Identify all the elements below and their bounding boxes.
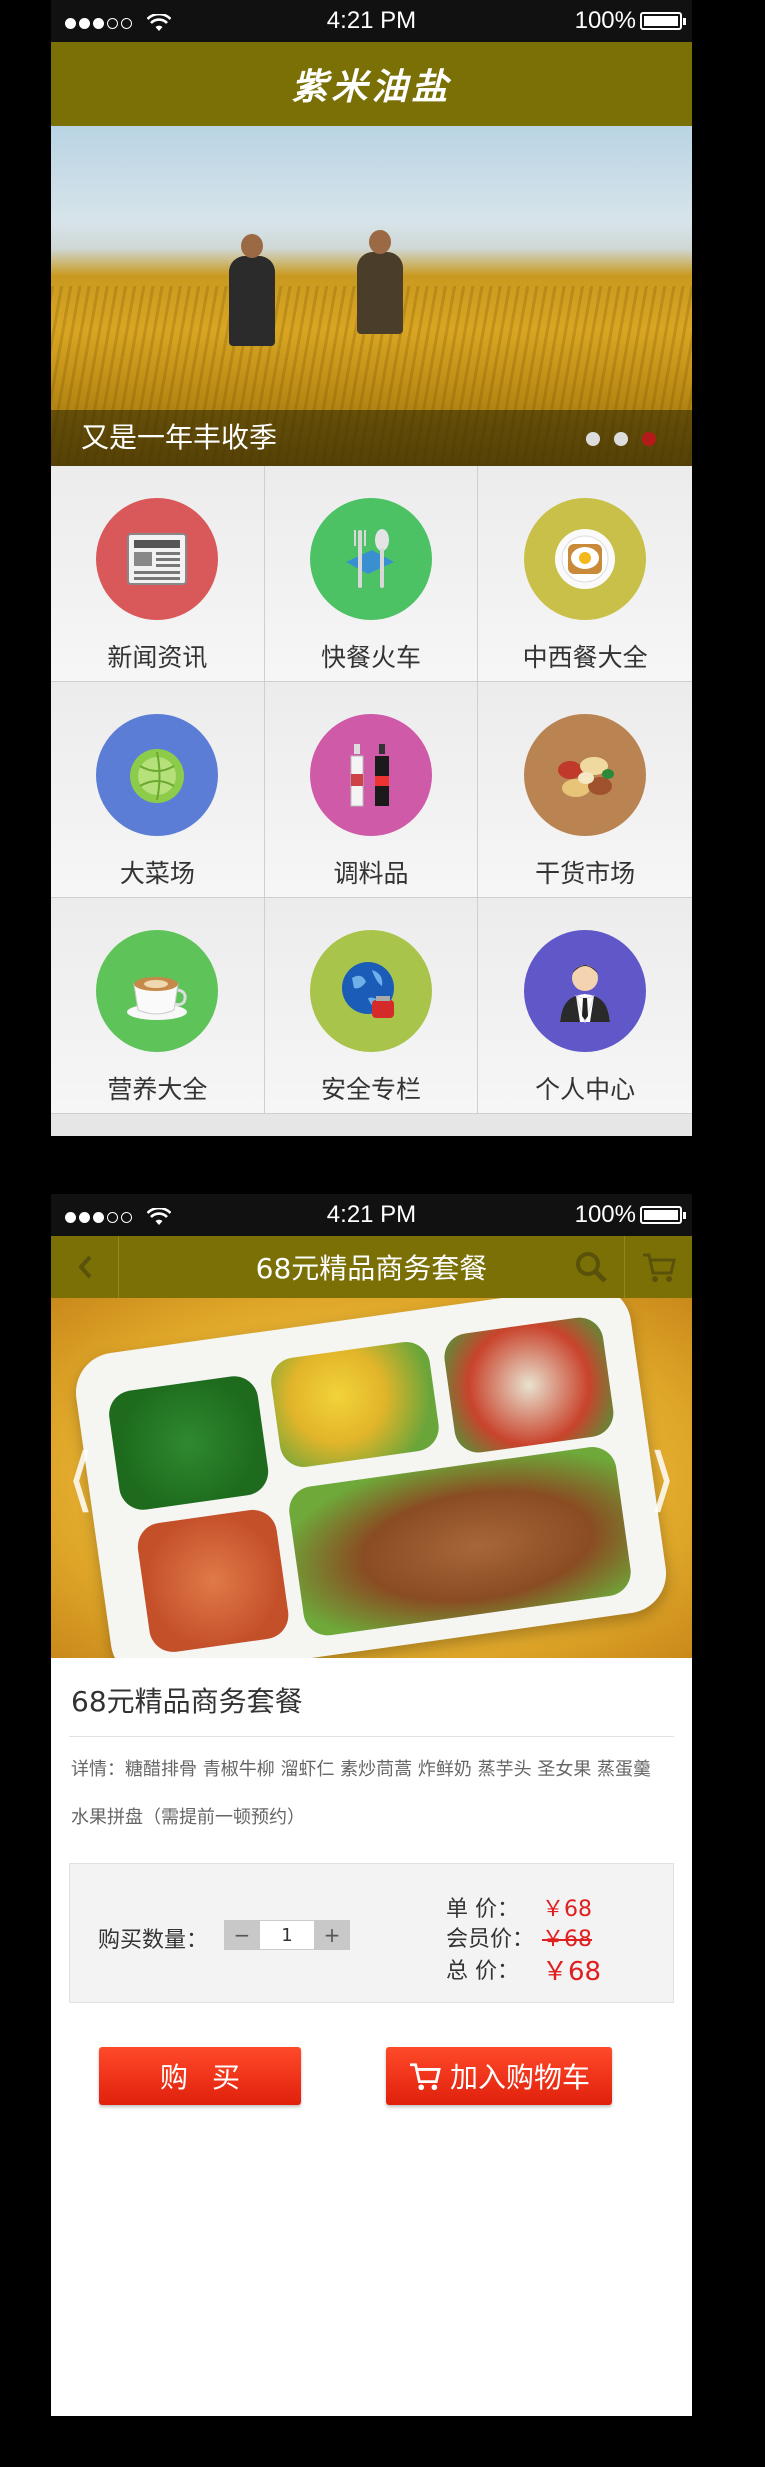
category-label: 安全专栏 <box>320 1075 421 1104</box>
details-text: 糖醋排骨 青椒牛柳 溜虾仁 素炒茼蒿 炸鲜奶 蒸芋头 圣女果 蒸蛋羹 <box>125 1759 652 1780</box>
back-button[interactable] <box>51 1236 119 1298</box>
details-label: 详情： <box>71 1759 125 1780</box>
product-details: 详情： 糖醋排骨 青椒牛柳 溜虾仁 素炒茼蒿 炸鲜奶 蒸芋头 圣女果 蒸蛋羹 <box>51 1737 692 1785</box>
category-dry-goods[interactable]: 干货市场 <box>478 682 692 898</box>
shopping-cart-icon <box>409 2063 441 2091</box>
category-label: 干货市场 <box>535 859 636 888</box>
shopping-cart-icon <box>642 1253 676 1282</box>
quantity-stepper: − 1 + <box>224 1920 350 1950</box>
category-news[interactable]: 新闻资讯 <box>51 466 265 682</box>
bottles-icon <box>309 714 432 836</box>
quantity-label: 购买数量： <box>98 1928 209 1953</box>
meal-tray-photo <box>70 1298 672 1658</box>
newspaper-icon <box>96 498 219 620</box>
banner-photo-figure <box>357 252 403 334</box>
category-safety[interactable]: 安全专栏 <box>264 898 479 1114</box>
nav-bar: 68元精品商务套餐 <box>51 1236 692 1298</box>
fried-egg-icon <box>524 498 647 620</box>
category-label: 个人中心 <box>535 1075 636 1104</box>
member-price-label: 会员价： <box>446 1927 535 1952</box>
cabbage-icon <box>96 714 219 836</box>
purchase-panel: 购买数量： − 1 + 单 价： ￥68 会员价： ￥68 总 价： ￥68 <box>69 1863 674 2003</box>
image-next-arrow[interactable]: ⟩ <box>649 1438 676 1520</box>
category-nutrition[interactable]: 营养大全 <box>51 898 265 1114</box>
category-vegetables[interactable]: 大菜场 <box>51 682 265 898</box>
add-to-cart-label: 加入购物车 <box>449 2061 590 2094</box>
carousel-dot[interactable] <box>614 432 628 446</box>
category-label: 调料品 <box>333 859 409 888</box>
category-label: 中西餐大全 <box>522 643 648 672</box>
banner-photo-figure <box>229 256 275 346</box>
status-bar: 4:21 PM 100% <box>51 0 692 42</box>
action-bar: 购买 加入购物车 <box>51 2003 692 2143</box>
globe-icon <box>309 930 432 1052</box>
search-icon[interactable] <box>574 1250 608 1284</box>
quantity-input[interactable]: 1 <box>260 1920 314 1950</box>
banner-carousel[interactable]: 又是一年丰收季 <box>51 126 692 466</box>
carousel-dot-active[interactable] <box>642 432 656 446</box>
status-bar: 4:21 PM 100% <box>51 1194 692 1236</box>
member-price: ￥68 <box>542 1927 592 1952</box>
details-text-continued: 水果拼盘（需提前一顿预约） <box>71 1807 305 1828</box>
battery-icon <box>640 1206 686 1224</box>
cart-button[interactable] <box>624 1236 692 1298</box>
app-header: 紫米油盐 <box>51 42 692 126</box>
category-grid: 新闻资讯 快餐火车 中西餐大全 大菜场 调料品 干货市场 营养大全 安全专栏 个… <box>51 466 692 1114</box>
category-label: 营养大全 <box>107 1075 208 1104</box>
category-fast-food[interactable]: 快餐火车 <box>264 466 479 682</box>
carousel-dot[interactable] <box>586 432 600 446</box>
price-info: 单 价： ￥68 会员价： ￥68 总 价： ￥68 <box>446 1892 602 1987</box>
unit-price: ￥68 <box>542 1897 592 1922</box>
category-cuisine[interactable]: 中西餐大全 <box>478 466 692 682</box>
total-price: ￥68 <box>542 1956 602 1987</box>
product-name: 68元精品商务套餐 <box>71 1685 303 1718</box>
category-personal-center[interactable]: 个人中心 <box>478 898 692 1114</box>
quantity-increase-button[interactable]: + <box>314 1920 350 1950</box>
product-detail-screen: 4:21 PM 100% 68元精品商务套餐 ⟨ ⟩ 68元精品商务套餐 详情：… <box>51 1194 692 2416</box>
unit-price-label: 单 价： <box>446 1897 519 1922</box>
total-price-label: 总 价： <box>446 1959 519 1984</box>
carousel-indicator[interactable] <box>586 432 656 446</box>
battery-percentage: 100% <box>574 1201 636 1228</box>
category-condiments[interactable]: 调料品 <box>264 682 479 898</box>
nuts-icon <box>524 714 647 836</box>
category-label: 大菜场 <box>119 859 195 888</box>
fork-spoon-icon <box>309 498 432 620</box>
buy-button[interactable]: 购买 <box>99 2047 301 2105</box>
battery-icon <box>640 12 686 30</box>
category-label: 快餐火车 <box>320 643 421 672</box>
page-title: 68元精品商务套餐 <box>255 1252 488 1285</box>
home-screen: 4:21 PM 100% 紫米油盐 又是一年丰收季 新闻资讯 快餐火车 中西餐大… <box>51 0 692 1136</box>
coffee-cup-icon <box>96 930 219 1052</box>
product-image[interactable]: ⟨ ⟩ <box>51 1298 692 1658</box>
user-icon <box>524 930 647 1052</box>
app-logo-title: 紫米油盐 <box>291 66 452 108</box>
quantity-decrease-button[interactable]: − <box>224 1920 260 1950</box>
image-prev-arrow[interactable]: ⟨ <box>67 1438 94 1520</box>
add-to-cart-button[interactable]: 加入购物车 <box>386 2047 612 2105</box>
battery-percentage: 100% <box>574 7 636 34</box>
chevron-left-icon <box>77 1255 91 1279</box>
category-label: 新闻资讯 <box>107 643 208 672</box>
